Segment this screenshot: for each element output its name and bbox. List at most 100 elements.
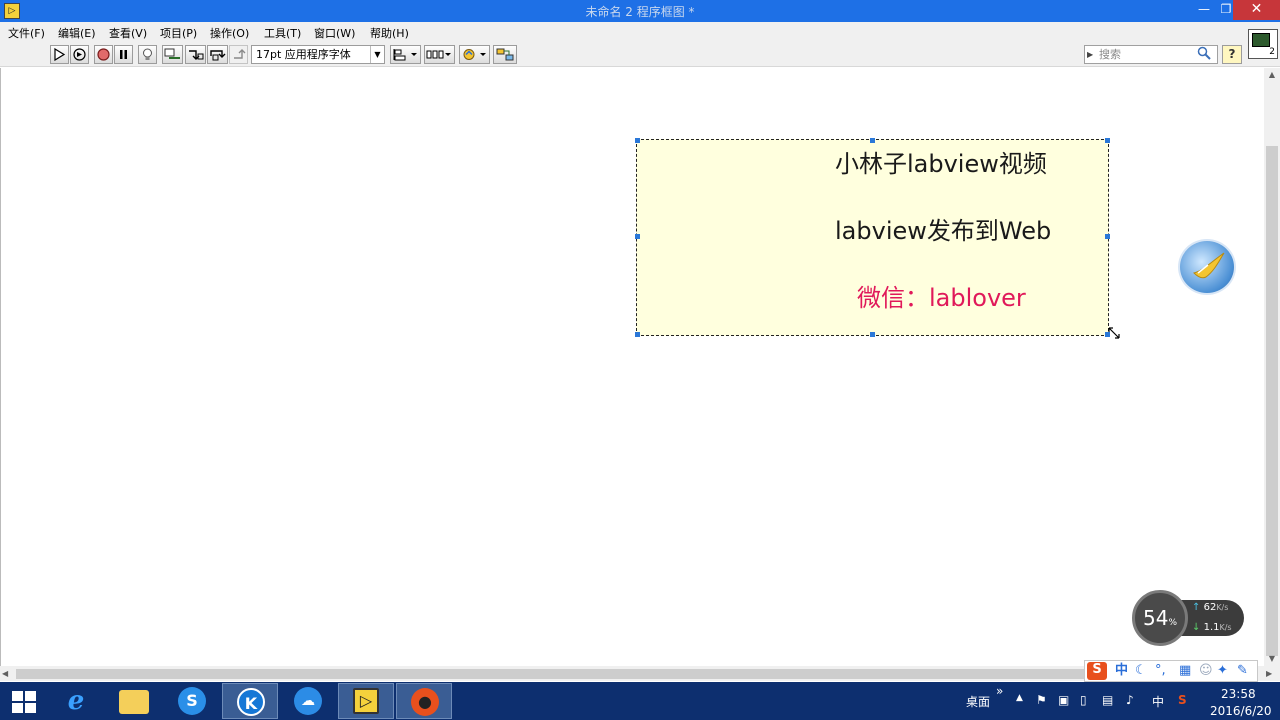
step-out-icon[interactable] xyxy=(229,45,248,64)
language-indicator[interactable]: 中 xyxy=(1152,693,1164,710)
resize-handle-n[interactable] xyxy=(870,138,875,143)
screen-recorder-icon: ● xyxy=(411,688,439,716)
keyboard-icon[interactable]: ▦ xyxy=(1179,663,1191,679)
download-arrow-icon: ↓ xyxy=(1192,622,1201,633)
action-center-icon[interactable]: ⚑ xyxy=(1036,693,1047,707)
scroll-down-icon[interactable]: ▼ xyxy=(1264,652,1280,666)
search-placeholder: 搜索 xyxy=(1099,48,1121,61)
download-value: 1.1 xyxy=(1203,622,1220,633)
taskbar-file-explorer[interactable] xyxy=(106,683,162,719)
vi-icon[interactable]: 2 xyxy=(1248,29,1278,59)
toolbar: 17pt 应用程序字体 ▼ ▶ 搜索 ? xyxy=(0,42,1280,67)
taskbar-kugou[interactable]: K xyxy=(222,683,278,719)
vi-number: 2 xyxy=(1269,47,1275,57)
taskbar-internet-explorer[interactable]: e xyxy=(48,683,104,719)
resize-handle-e[interactable] xyxy=(1105,234,1110,239)
floating-download-widget[interactable] xyxy=(1178,239,1236,295)
clock-time[interactable]: 23:58 xyxy=(1221,687,1256,701)
taskbar: e S K ☁ ▷ ● 桌面 » ▲ ⚑ ▣ ▯ ▤ ♪ 中 S 23:58 2… xyxy=(0,682,1280,720)
usage-percent: 54 xyxy=(1142,606,1169,630)
minimize-button[interactable]: — xyxy=(1192,0,1216,20)
resize-handle-ne[interactable] xyxy=(1105,138,1110,143)
user-icon[interactable]: ☺ xyxy=(1199,663,1213,679)
run-arrow-icon[interactable] xyxy=(50,45,69,64)
label-line-wechat: 微信：lablover xyxy=(857,284,1026,312)
horizontal-scroll-thumb[interactable] xyxy=(16,669,1248,679)
menu-edit[interactable]: 编辑(E) xyxy=(58,25,96,41)
align-objects-icon[interactable] xyxy=(390,45,421,64)
pause-icon[interactable] xyxy=(114,45,133,64)
label-line-subtitle: labview发布到Web xyxy=(835,217,1052,245)
download-speed: ↓ 1.1K/s xyxy=(1192,622,1232,633)
windows-logo-icon xyxy=(12,691,36,713)
menu-project[interactable]: 项目(P) xyxy=(160,25,197,41)
upload-speed: ↑ 62K/s xyxy=(1192,602,1228,613)
resize-handle-nw[interactable] xyxy=(635,138,640,143)
sogou-logo-icon[interactable]: S xyxy=(1087,662,1107,680)
context-help-button[interactable]: ? xyxy=(1222,45,1242,64)
cloud-icon: ☁ xyxy=(294,687,322,715)
desktop-toolbar-label[interactable]: 桌面 xyxy=(966,693,990,710)
step-over-icon[interactable] xyxy=(207,45,228,64)
volume-icon[interactable]: ♪ xyxy=(1126,693,1134,707)
toolbar-overflow-icon[interactable]: » xyxy=(996,684,1003,698)
memory-usage-circle: 54% xyxy=(1132,590,1188,646)
vertical-scroll-thumb[interactable] xyxy=(1266,146,1278,656)
search-input[interactable]: ▶ 搜索 xyxy=(1084,45,1218,64)
abort-icon[interactable] xyxy=(94,45,113,64)
font-select[interactable]: 17pt 应用程序字体 ▼ xyxy=(251,45,385,64)
run-continuous-icon[interactable] xyxy=(70,45,89,64)
chevron-down-icon: ▼ xyxy=(370,46,384,63)
search-options-icon[interactable]: ▶ xyxy=(1087,46,1093,63)
internet-explorer-icon: e xyxy=(67,686,85,716)
skin-icon[interactable]: ✦ xyxy=(1217,663,1228,679)
retain-wire-values-icon[interactable] xyxy=(162,45,183,64)
wrench-icon[interactable]: ✎ xyxy=(1237,663,1248,679)
usage-percent-unit: % xyxy=(1168,618,1177,628)
menu-view[interactable]: 查看(V) xyxy=(109,25,147,41)
upload-arrow-icon: ↑ xyxy=(1192,602,1201,613)
download-unit: K/s xyxy=(1219,623,1232,632)
reorder-icon[interactable] xyxy=(459,45,490,64)
menu-tools[interactable]: 工具(T) xyxy=(264,25,301,41)
label-line-title: 小林子labview视频 xyxy=(835,150,1047,178)
half-width-icon[interactable]: ☾ xyxy=(1135,663,1147,679)
punctuation-icon[interactable]: °, xyxy=(1155,663,1166,679)
ime-toolbar[interactable]: S 中 ☾ °, ▦ ☺ ✦ ✎ xyxy=(1084,660,1258,682)
labview-icon: ▷ xyxy=(353,688,379,714)
scroll-left-icon[interactable]: ◀ xyxy=(2,666,8,681)
font-select-value: 17pt 应用程序字体 xyxy=(256,48,351,61)
vertical-scrollbar[interactable]: ▲ ▼ xyxy=(1264,68,1280,666)
resize-handle-sw[interactable] xyxy=(635,332,640,337)
sogou-browser-icon: S xyxy=(178,687,206,715)
show-hidden-icons-icon[interactable]: ▲ xyxy=(1016,693,1023,703)
windows-icon[interactable]: ▣ xyxy=(1058,693,1069,707)
clock-date[interactable]: 2016/6/20 xyxy=(1210,704,1272,718)
taskbar-recorder[interactable]: ● xyxy=(396,683,452,719)
menu-operate[interactable]: 操作(O) xyxy=(210,25,249,41)
scroll-up-icon[interactable]: ▲ xyxy=(1264,68,1280,82)
resize-handle-s[interactable] xyxy=(870,332,875,337)
folder-icon xyxy=(119,690,149,714)
step-into-icon[interactable] xyxy=(185,45,206,64)
menu-file[interactable]: 文件(F) xyxy=(8,25,45,41)
taskbar-labview[interactable]: ▷ xyxy=(338,683,394,719)
menu-window[interactable]: 窗口(W) xyxy=(314,25,355,41)
network-icon[interactable]: ▤ xyxy=(1102,693,1113,707)
taskbar-sogou-browser[interactable]: S xyxy=(164,683,220,719)
ime-mode-toggle[interactable]: 中 xyxy=(1115,663,1128,679)
tablet-icon[interactable]: ▯ xyxy=(1080,693,1087,707)
distribute-objects-icon[interactable] xyxy=(424,45,455,64)
start-button[interactable] xyxy=(0,683,48,719)
clean-up-diagram-icon[interactable] xyxy=(493,45,517,64)
network-speed-widget[interactable]: 54% ↑ 62K/s ↓ 1.1K/s xyxy=(1132,590,1244,646)
taskbar-baidu-netdisk[interactable]: ☁ xyxy=(280,683,336,719)
highlight-execution-icon[interactable] xyxy=(138,45,157,64)
sogou-tray-icon[interactable]: S xyxy=(1178,693,1187,707)
free-label[interactable]: 小林子labview视频 labview发布到Web 微信：lablover xyxy=(636,139,1109,336)
resize-handle-w[interactable] xyxy=(635,234,640,239)
search-icon[interactable] xyxy=(1197,46,1211,65)
close-button[interactable]: ✕ xyxy=(1233,0,1280,20)
scroll-right-icon[interactable]: ▶ xyxy=(1266,666,1272,681)
menu-help[interactable]: 帮助(H) xyxy=(370,25,409,41)
